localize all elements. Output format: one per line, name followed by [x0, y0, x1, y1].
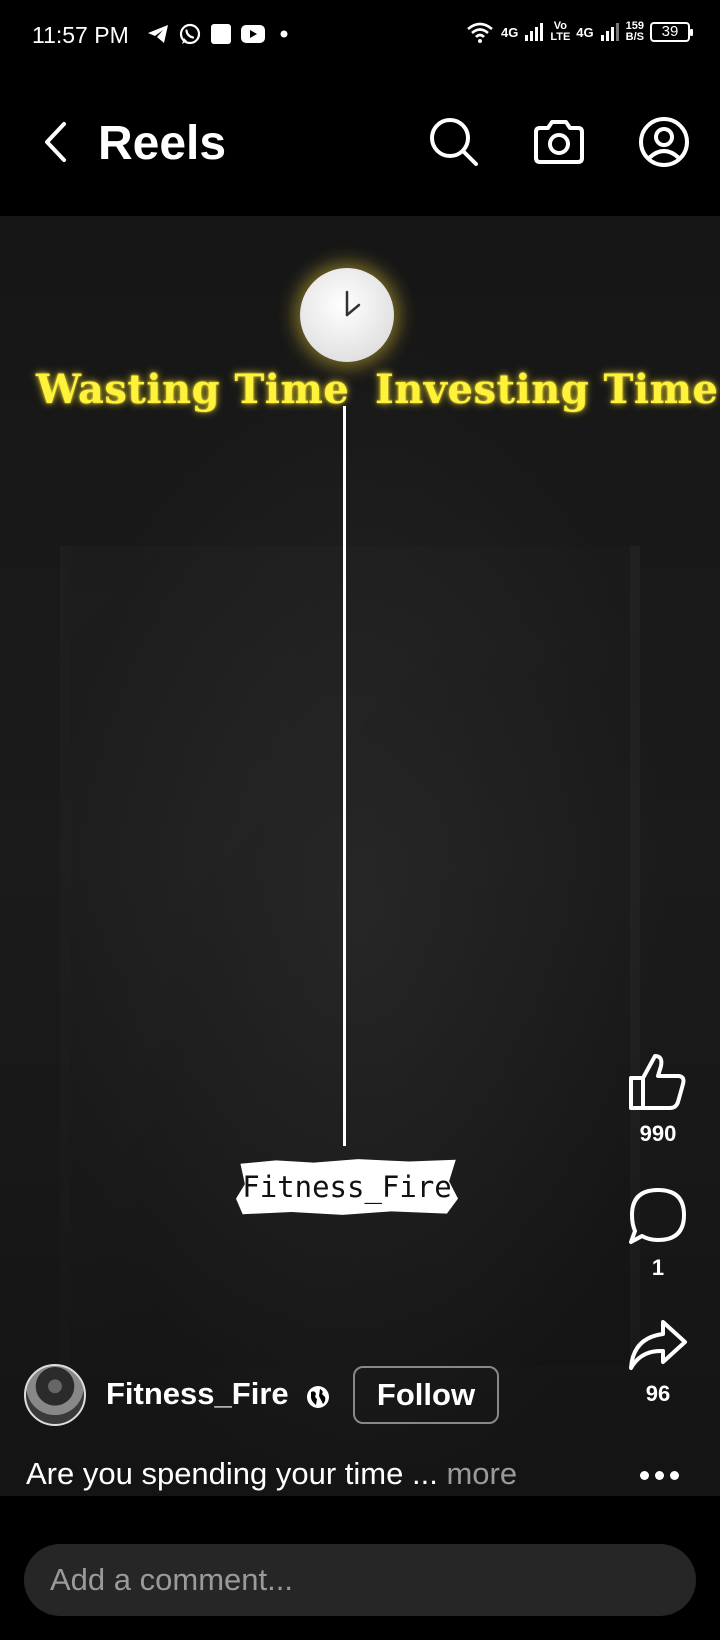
reel-description[interactable]: Are you spending your time ... more: [26, 1456, 517, 1492]
background-doorway: [60, 546, 640, 1366]
network-label-1: 4G: [500, 24, 519, 40]
volte-badge: Vo LTE: [550, 21, 570, 43]
data-speed: 159 B/S: [626, 21, 644, 43]
app-icon: [211, 24, 231, 44]
youtube-icon: [241, 25, 265, 43]
whatsapp-icon: [179, 23, 201, 45]
camera-icon: [534, 120, 584, 164]
profile-icon: [639, 117, 689, 167]
share-count: 96: [645, 1381, 671, 1406]
wasting-time-caption: Wasting Time: [36, 366, 350, 413]
telegram-icon: [148, 25, 168, 43]
more-dot-icon: [639, 1470, 649, 1480]
follow-button[interactable]: Follow: [353, 1366, 499, 1424]
more-link[interactable]: more: [446, 1456, 517, 1491]
clock-icon: [300, 268, 394, 362]
like-button[interactable]: 990: [618, 1052, 698, 1147]
thumbs-up-icon: [629, 1054, 686, 1110]
status-time: 11:57 PM: [32, 22, 129, 48]
center-divider: [343, 406, 346, 1146]
back-icon: [45, 122, 66, 162]
page-title: Reels: [98, 117, 227, 170]
more-options-button[interactable]: [636, 1462, 682, 1488]
investing-time-caption: Investing Time: [375, 366, 719, 413]
status-bar: 11:57 PM 4G Vo LTE 4G 159 B/S 39: [0, 0, 720, 72]
like-count: 990: [639, 1121, 677, 1146]
wifi-icon: [467, 22, 493, 43]
description-text: Are you spending your time ...: [26, 1456, 438, 1491]
comment-count: 1: [651, 1255, 665, 1280]
network-label-2: 4G: [576, 24, 594, 40]
back-button[interactable]: [36, 112, 76, 172]
more-dot-icon: [654, 1470, 664, 1480]
comment-button[interactable]: 1: [618, 1186, 698, 1281]
reel-video[interactable]: Wasting Time Investing Time Fitness_Fire: [0, 216, 720, 1496]
volte-bottom: LTE: [550, 31, 571, 43]
avatar[interactable]: [24, 1364, 86, 1426]
reels-header: Reels: [0, 72, 720, 216]
watermark: Fitness_Fire: [236, 1159, 458, 1215]
author-name[interactable]: Fitness_Fire: [106, 1376, 289, 1412]
comment-icon: [629, 1188, 686, 1244]
speed-unit: B/S: [625, 31, 644, 43]
globe-icon: [307, 1386, 329, 1408]
search-icon: [430, 118, 478, 166]
signal-icon: [525, 23, 544, 41]
notification-icons: [146, 22, 292, 46]
more-dot-icon: [669, 1470, 679, 1480]
camera-button[interactable]: [529, 112, 589, 172]
dot-icon: [280, 30, 288, 38]
signal-icon-2: [600, 23, 619, 41]
system-status: 4G Vo LTE 4G 159 B/S 39: [465, 20, 693, 44]
search-button[interactable]: [424, 112, 484, 172]
share-button[interactable]: 96: [618, 1318, 698, 1407]
comment-bar: [0, 1496, 720, 1640]
share-icon: [629, 1320, 687, 1370]
comment-input[interactable]: [24, 1544, 696, 1616]
profile-button[interactable]: [634, 112, 694, 172]
battery-indicator: 39: [650, 22, 693, 42]
